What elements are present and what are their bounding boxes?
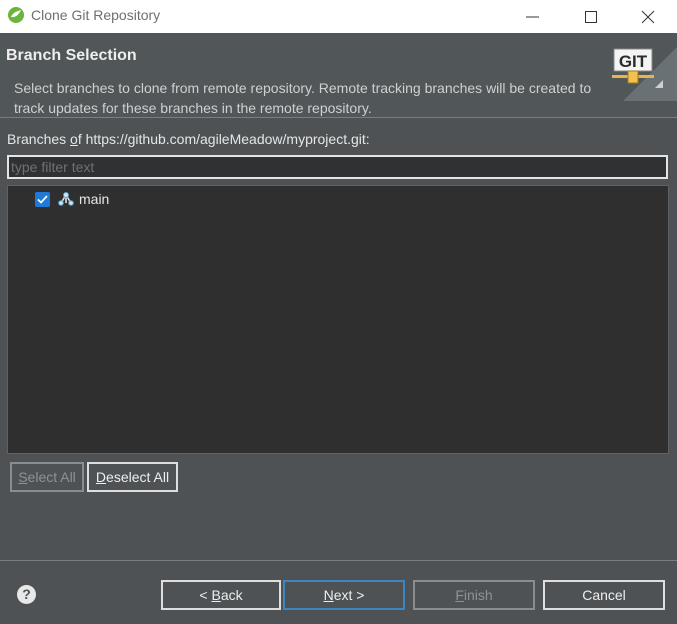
page-title: Branch Selection	[6, 47, 137, 64]
branch-checkbox-main[interactable]	[35, 192, 50, 207]
finish-button[interactable]: Finish	[413, 580, 535, 610]
close-button[interactable]	[619, 0, 677, 33]
branch-list[interactable]: main	[7, 185, 669, 454]
next-button[interactable]: Next >	[283, 580, 405, 610]
spring-app-icon	[8, 7, 24, 23]
help-icon: ?	[22, 586, 31, 602]
select-all-button[interactable]: Select All	[10, 462, 84, 492]
deselect-all-button[interactable]: Deselect All	[87, 462, 178, 492]
close-icon	[641, 10, 655, 24]
filter-box[interactable]	[7, 155, 668, 179]
minimize-icon	[526, 16, 539, 18]
header-divider	[0, 117, 677, 118]
git-logo-icon: GIT	[612, 47, 677, 101]
help-button[interactable]: ?	[17, 585, 36, 604]
branch-icon	[58, 192, 74, 206]
maximize-button[interactable]	[562, 0, 620, 33]
cancel-button[interactable]: Cancel	[543, 580, 665, 610]
branches-label: Branches of https://github.com/agileMead…	[7, 131, 370, 147]
back-button[interactable]: < Back	[161, 580, 281, 610]
branch-name: main	[79, 191, 110, 207]
window-title: Clone Git Repository	[31, 7, 161, 23]
minimize-button[interactable]	[504, 0, 562, 33]
title-bar: Clone Git Repository	[0, 0, 677, 33]
maximize-icon	[585, 11, 597, 23]
repository-url: https://github.com/agileMeadow/myproject…	[85, 131, 370, 147]
wizard-header: Branch Selection Select branches to clon…	[0, 33, 677, 117]
filter-input[interactable]	[11, 158, 661, 176]
git-logo-text: GIT	[619, 52, 648, 71]
footer-divider	[0, 560, 677, 561]
page-description: Select branches to clone from remote rep…	[14, 80, 592, 116]
checkmark-icon	[37, 195, 48, 204]
